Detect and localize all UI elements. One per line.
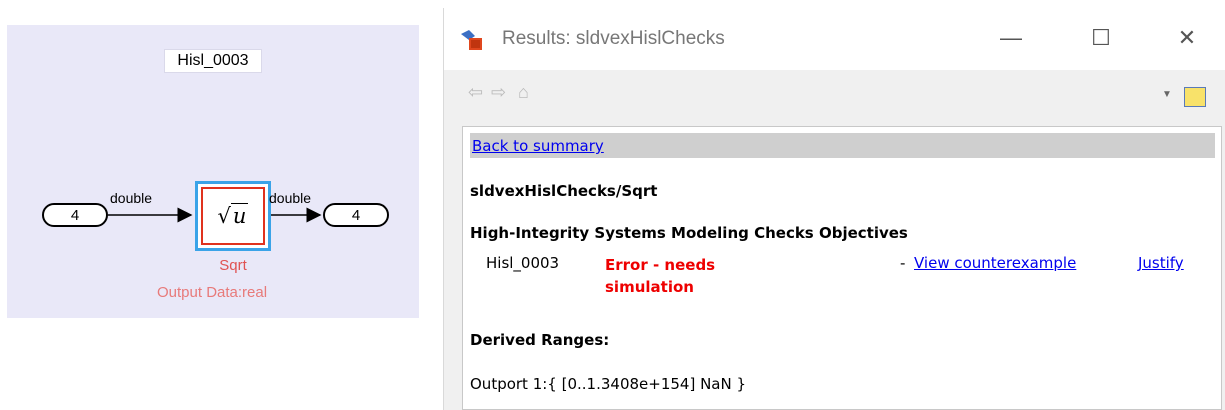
window-title: Results: sldvexHislChecks xyxy=(502,28,725,49)
sqrt-radicand: u xyxy=(230,203,249,228)
inport-block[interactable]: 4 xyxy=(42,203,108,227)
back-to-summary-bar: Back to summary xyxy=(470,133,1215,158)
objectives-heading: High-Integrity Systems Modeling Checks O… xyxy=(470,224,908,242)
close-button[interactable]: ✕ xyxy=(1167,20,1207,56)
dock-icon[interactable] xyxy=(1184,87,1206,107)
simulink-canvas[interactable]: Hisl_0003 4 double √u double 4 Sqrt Outp… xyxy=(7,25,419,318)
signal-lines xyxy=(108,207,322,223)
justify-link[interactable]: Justify xyxy=(1138,254,1184,272)
toolbar: ⇦ ⇨ ⌂ ▼ xyxy=(444,70,1225,122)
dropdown-arrow-icon[interactable]: ▼ xyxy=(1162,89,1172,100)
minimize-button[interactable]: — xyxy=(991,20,1031,56)
signal-type-out: double xyxy=(269,190,312,206)
forward-arrow-icon[interactable]: ⇨ xyxy=(491,82,506,103)
derived-ranges-heading: Derived Ranges: xyxy=(470,331,610,349)
system-path: sldvexHislChecks/Sqrt xyxy=(470,182,658,200)
sqrt-block-body: √u xyxy=(201,187,265,245)
derived-range-value: Outport 1:{ [0..1.3408e+154] NaN } xyxy=(470,375,747,393)
title-bar[interactable]: Results: sldvexHislChecks — ☐ ✕ xyxy=(444,8,1225,70)
signal-type-in: double xyxy=(110,190,153,206)
back-to-summary-link[interactable]: Back to summary xyxy=(472,137,604,155)
back-arrow-icon[interactable]: ⇦ xyxy=(468,82,483,103)
view-counterexample-link[interactable]: View counterexample xyxy=(914,254,1076,272)
block-name[interactable]: Sqrt xyxy=(195,257,271,274)
home-icon[interactable]: ⌂ xyxy=(518,82,529,103)
objective-status: Error - needs simulation xyxy=(605,256,716,296)
matlab-results-icon xyxy=(461,30,482,50)
maximize-button[interactable]: ☐ xyxy=(1081,20,1121,56)
results-content: Back to summary sldvexHislChecks/Sqrt Hi… xyxy=(462,126,1222,410)
objective-id: Hisl_0003 xyxy=(486,254,560,272)
results-window: Results: sldvexHislChecks — ☐ ✕ ⇦ ⇨ ⌂ ▼ … xyxy=(443,8,1225,410)
outport-block[interactable]: 4 xyxy=(323,203,389,227)
block-description: Output Data:real xyxy=(157,284,268,301)
objective-separator: - xyxy=(900,254,906,272)
sqrt-block[interactable]: √u xyxy=(195,181,271,251)
sqrt-symbol: √u xyxy=(217,203,249,228)
